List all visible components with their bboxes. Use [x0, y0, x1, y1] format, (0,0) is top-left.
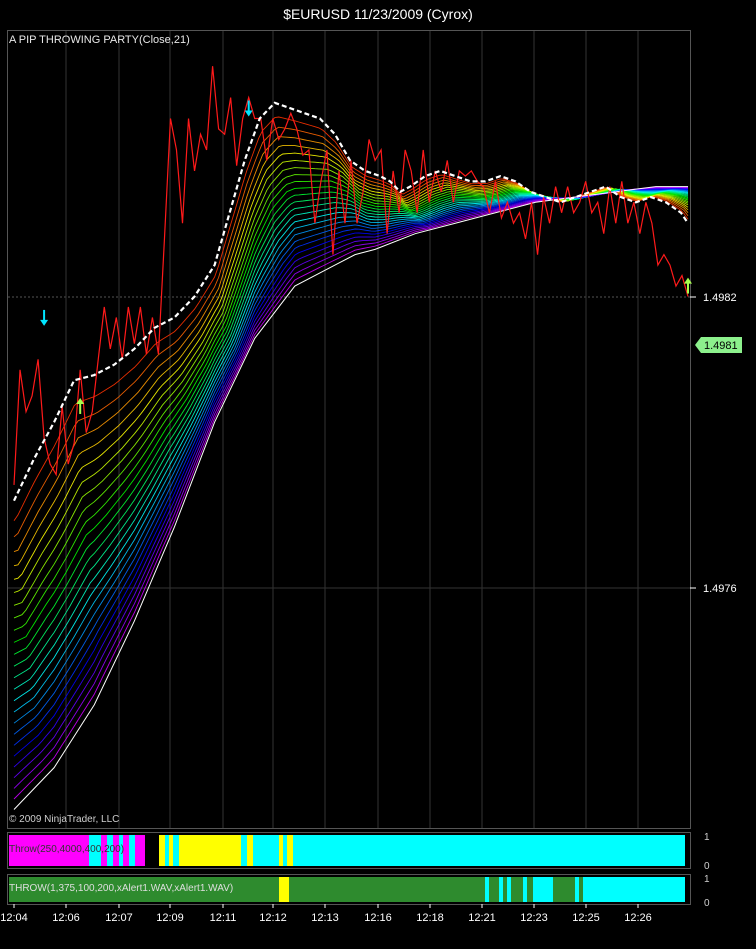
x-tick-label: 12:18	[416, 912, 444, 924]
chart-title: $EURUSD 11/23/2009 (Cyrox)	[283, 6, 473, 22]
y-tick-2: 1.4976	[703, 583, 737, 595]
panel-segment	[553, 877, 575, 902]
panel-segment	[169, 835, 173, 866]
ma-ribbon-line	[13, 136, 689, 553]
panel-segment	[293, 835, 685, 866]
panel-segment	[499, 877, 503, 902]
last-price-label: 1.4981	[704, 340, 738, 352]
series-close-line	[13, 66, 689, 485]
price-chart[interactable]: $EURUSD 11/23/2009 (Cyrox) A PIP THROWIN…	[0, 0, 756, 949]
throw-alert-panel-tick-1: 1	[704, 874, 710, 885]
copyright-label: © 2009 NinjaTrader, LLC	[9, 814, 119, 825]
arrow-head	[40, 319, 49, 326]
x-tick-label: 12:23	[520, 912, 548, 924]
panel-segment	[511, 877, 523, 902]
x-tick-label: 12:11	[210, 912, 237, 924]
ma-ribbon-line	[13, 189, 689, 690]
ma-ribbon-line	[13, 188, 689, 667]
panel-segment	[173, 835, 179, 866]
panel-segment	[575, 877, 579, 902]
x-tick-label: 12:13	[311, 912, 339, 924]
ma-ribbon-line	[13, 188, 689, 655]
ma-ribbon-line	[13, 188, 689, 702]
ma-ribbon-line	[13, 189, 689, 679]
y-axis: 1.4982 1.4976 1.4981	[690, 292, 742, 595]
panel-segment	[289, 877, 485, 902]
ma-ribbon-line	[13, 174, 689, 619]
x-tick-label: 12:04	[0, 912, 28, 924]
panel-segment	[523, 877, 527, 902]
panel-segment	[287, 835, 293, 866]
throw-panel-label: Throw(250,4000,400,200)	[9, 844, 124, 855]
panel-segment	[583, 877, 685, 902]
x-tick-label: 12:26	[624, 912, 652, 924]
panel-segment	[503, 877, 507, 902]
panel-segment	[145, 835, 159, 866]
ma-ribbon-line	[13, 189, 689, 713]
panel-segment	[241, 835, 247, 866]
x-tick-label: 12:09	[156, 912, 184, 924]
panel-segment	[489, 877, 499, 902]
grid	[8, 30, 690, 828]
panel-segment	[159, 835, 165, 866]
x-axis: 12:04 12:06 12:07 12:09 12:11 12:12 12:13 12:16…	[0, 904, 652, 924]
x-tick-label: 12:07	[105, 912, 133, 924]
ma-ribbon-line	[13, 187, 689, 779]
ma-ribbon-line	[13, 116, 689, 521]
sell-arrow-0	[40, 309, 49, 326]
throw-panel-tick-0: 0	[704, 861, 710, 872]
last-price-marker: 1.4981	[695, 337, 742, 353]
panel-segment	[485, 877, 489, 902]
x-tick-label: 12:16	[364, 912, 392, 924]
panel-segment	[129, 835, 135, 866]
signal-arrows	[40, 100, 692, 414]
panel-segment	[179, 835, 241, 866]
throw-panel-tick-1: 1	[704, 832, 710, 843]
panel-segment	[283, 835, 287, 866]
x-tick-label: 12:21	[468, 912, 496, 924]
ma-ribbon-line	[13, 186, 689, 789]
panel-segment	[279, 835, 283, 866]
panel-segment	[165, 835, 169, 866]
x-tick-label: 12:25	[572, 912, 600, 924]
ma-ribbon-line	[13, 189, 689, 724]
throw-panel: Throw(250,4000,400,200) 1 0	[7, 832, 710, 872]
series-layer	[13, 66, 689, 810]
panel-segment	[253, 835, 279, 866]
panel-segment	[507, 877, 511, 902]
throw-alert-panel-tick-0: 0	[704, 898, 710, 909]
ma-ribbon-line	[13, 167, 689, 606]
panel-segment	[135, 835, 145, 866]
throw-alert-panel-label: THROW(1,375,100,200,xAlert1.WAV,xAlert1.…	[9, 883, 233, 894]
x-tick-label: 12:06	[52, 912, 80, 924]
panel-segment	[279, 877, 289, 902]
panel-segment	[579, 877, 583, 902]
panel-segment	[527, 877, 533, 902]
ma-ribbon-line	[13, 186, 688, 800]
ma-ribbon-group	[13, 116, 689, 800]
ma-ribbon-line	[13, 187, 689, 757]
arrow-head	[244, 110, 253, 117]
x-tick-label: 12:12	[259, 912, 287, 924]
panel-segment	[533, 877, 553, 902]
ma-ribbon-line	[13, 187, 689, 768]
ma-ribbon-line	[13, 180, 689, 631]
series-base-line	[13, 186, 688, 810]
main-plot-area	[7, 30, 691, 829]
indicator-label: A PIP THROWING PARTY(Close,21)	[9, 34, 190, 46]
panel-segment	[247, 835, 253, 866]
throw-alert-panel: THROW(1,375,100,200,xAlert1.WAV,xAlert1.…	[7, 874, 710, 909]
y-tick-1: 1.4982	[703, 292, 737, 304]
